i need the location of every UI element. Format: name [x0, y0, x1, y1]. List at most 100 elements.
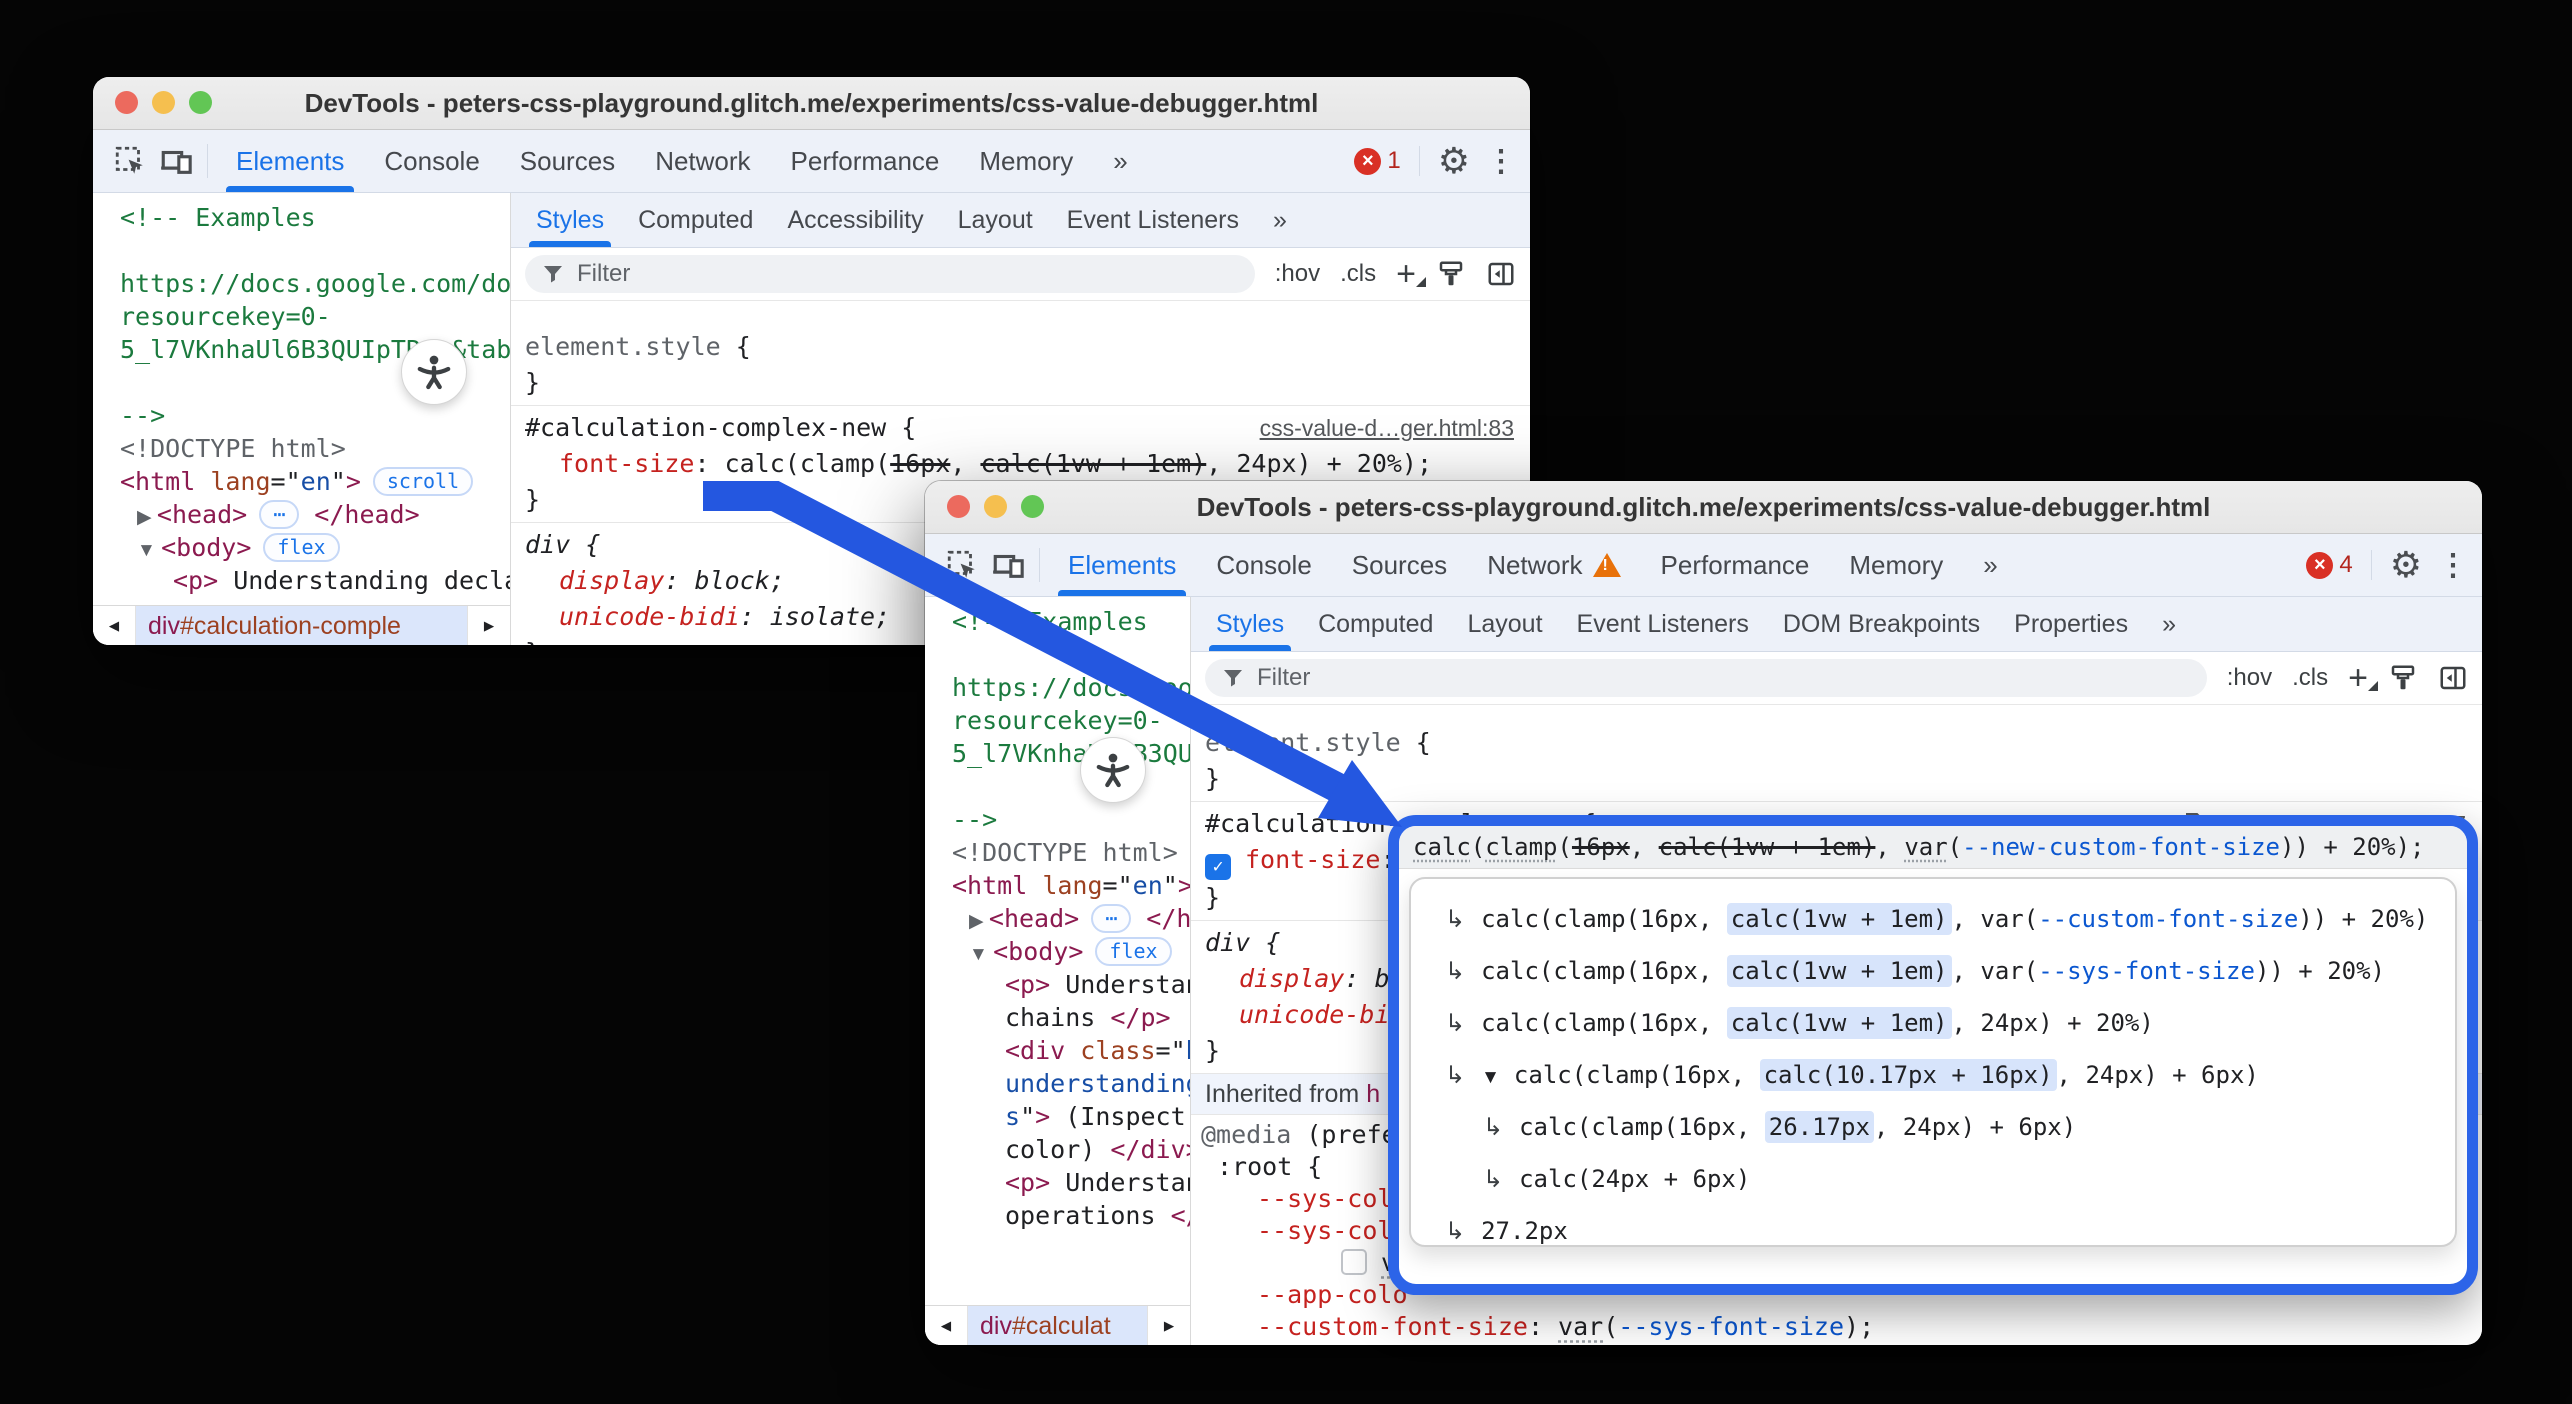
tab-dom-breakpoints[interactable]: DOM Breakpoints	[1766, 597, 1997, 651]
tree-node[interactable]: <!-- Examples	[925, 605, 1190, 638]
style-line[interactable]: font-size: calc(clamp(16px, calc(1vw + 1…	[511, 446, 1530, 482]
node-badge[interactable]: flex	[263, 533, 339, 562]
evaluation-step[interactable]: ↳calc(clamp(16px, calc(1vw + 1em), 24px)…	[1411, 997, 2455, 1049]
evaluation-step[interactable]: ↳calc(24px + 6px)	[1411, 1153, 2455, 1205]
new-style-rule-button[interactable]: +	[2348, 663, 2368, 693]
breadcrumb-prev-button[interactable]: ◀	[93, 606, 136, 645]
breadcrumb-prev-button[interactable]: ◀	[925, 1306, 968, 1345]
accessibility-person-icon[interactable]	[401, 339, 467, 405]
device-toolbar-icon[interactable]	[153, 130, 199, 192]
tree-node[interactable]: -->	[93, 399, 510, 432]
tree-node[interactable]: -->	[925, 803, 1190, 836]
dock-side-icon[interactable]	[1486, 259, 1516, 289]
tree-node[interactable]: <html lang="en">	[925, 869, 1190, 902]
evaluation-step[interactable]: ↳calc(clamp(16px, calc(1vw + 1em), var(-…	[1411, 893, 2455, 945]
tree-node[interactable]: ▼ <body>flex	[925, 935, 1190, 968]
settings-gear-icon[interactable]: ⚙	[1438, 140, 1470, 182]
expand-triangle-icon[interactable]: ▼	[1481, 1067, 1500, 1088]
accessibility-person-icon[interactable]	[1080, 737, 1146, 803]
breadcrumb-next-button[interactable]: ▶	[1147, 1306, 1190, 1345]
breadcrumb-selected-node[interactable]: div#calculat	[968, 1306, 1147, 1345]
style-line[interactable]: element.style {	[1191, 725, 2482, 761]
rendering-paint-icon[interactable]	[2388, 663, 2418, 693]
tab-styles[interactable]: Styles	[1199, 597, 1301, 651]
style-line[interactable]: }	[511, 365, 1530, 401]
device-toolbar-icon[interactable]	[985, 534, 1031, 596]
tree-node[interactable]: ▶ <head>⋯ </hea	[925, 902, 1190, 935]
tree-node[interactable]: chains </p>	[925, 1001, 1190, 1034]
toggle-classes-button[interactable]: .cls	[1340, 260, 1376, 288]
filter-input[interactable]: Filter	[525, 255, 1255, 293]
tab-computed[interactable]: Computed	[1301, 597, 1450, 651]
evaluation-step[interactable]: ↳calc(clamp(16px, calc(1vw + 1em), var(-…	[1411, 945, 2455, 997]
minimize-window-button[interactable]	[152, 91, 175, 114]
declaration-checkbox[interactable]: ✓	[1205, 854, 1231, 880]
tab--[interactable]: »	[1256, 193, 1304, 247]
evaluation-step[interactable]: ↳calc(clamp(16px, 26.17px, 24px) + 6px)	[1411, 1101, 2455, 1153]
tab-accessibility[interactable]: Accessibility	[770, 193, 940, 247]
tab-memory[interactable]: Memory	[959, 130, 1093, 192]
tree-node[interactable]: <html lang="en">scroll	[93, 465, 510, 498]
tree-node[interactable]: <p> Understan	[925, 968, 1190, 1001]
tree-node[interactable]: https://docs.goog	[925, 671, 1190, 704]
dock-side-icon[interactable]	[2438, 663, 2468, 693]
new-style-rule-button[interactable]: +	[1396, 259, 1416, 289]
tab-styles[interactable]: Styles	[519, 193, 621, 247]
tree-node[interactable]: 5_l7VKnhaUl6B3QU	[925, 737, 1190, 770]
tab-properties[interactable]: Properties	[1997, 597, 2145, 651]
tree-node[interactable]: resourcekey=0-	[93, 300, 510, 333]
inspect-element-icon[interactable]	[107, 130, 153, 192]
more-options-kebab-icon[interactable]: ⋮	[1486, 144, 1516, 179]
tree-node[interactable]	[925, 770, 1190, 803]
error-count-badge[interactable]: × 1	[1354, 147, 1400, 175]
more-options-kebab-icon[interactable]: ⋮	[2438, 548, 2468, 583]
evaluation-step[interactable]: ↳27.2px	[1411, 1205, 2455, 1247]
elements-tree-panel[interactable]: <!-- Exampleshttps://docs.googresourceke…	[925, 597, 1191, 1345]
close-window-button[interactable]	[947, 495, 970, 518]
declaration-value[interactable]: calc(clamp(16px, calc(1vw + 1em), var(--…	[1399, 826, 2467, 869]
elements-tree-panel[interactable]: <!-- Exampleshttps://docs.google.com/doc…	[93, 193, 511, 645]
node-badge[interactable]: ⋯	[259, 500, 299, 529]
tab-performance[interactable]: Performance	[1641, 534, 1830, 596]
tab-sources[interactable]: Sources	[500, 130, 635, 192]
tab-console[interactable]: Console	[1196, 534, 1331, 596]
tree-node[interactable]: ▶ <head>⋯ </head>	[93, 498, 510, 531]
node-badge[interactable]: ⋯	[1091, 904, 1131, 933]
tree-node[interactable]: operations </	[925, 1199, 1190, 1232]
breadcrumb-next-button[interactable]: ▶	[467, 606, 510, 645]
tab-memory[interactable]: Memory	[1829, 534, 1963, 596]
style-line[interactable]: #calculation-complex-new {css-value-d…ge…	[511, 410, 1530, 446]
close-window-button[interactable]	[115, 91, 138, 114]
window-titlebar[interactable]: DevTools - peters-css-playground.glitch.…	[925, 481, 2482, 534]
tree-node[interactable]: ▼ <body>flex	[93, 531, 510, 564]
style-line[interactable]: --custom-font-size: var(--sys-font-size)…	[1191, 1311, 2482, 1343]
tab--[interactable]: »	[2145, 597, 2193, 651]
evaluation-step[interactable]: ↳▼calc(clamp(16px, calc(10.17px + 16px),…	[1411, 1049, 2455, 1101]
tab-network[interactable]: Network	[1467, 534, 1640, 596]
toggle-classes-button[interactable]: .cls	[2292, 664, 2328, 692]
tree-node[interactable]: color) </div>	[925, 1133, 1190, 1166]
settings-gear-icon[interactable]: ⚙	[2390, 544, 2422, 586]
tab-console[interactable]: Console	[364, 130, 499, 192]
tab-performance[interactable]: Performance	[771, 130, 960, 192]
tree-node[interactable]: <!DOCTYPE html>	[93, 432, 510, 465]
zoom-window-button[interactable]	[189, 91, 212, 114]
tab-elements[interactable]: Elements	[216, 130, 364, 192]
toggle-hover-state-button[interactable]: :hov	[2227, 664, 2272, 692]
tab--[interactable]: »	[1093, 130, 1147, 192]
zoom-window-button[interactable]	[1021, 495, 1044, 518]
filter-input[interactable]: Filter	[1205, 659, 2207, 697]
declaration-checkbox[interactable]	[1341, 1249, 1367, 1275]
window-titlebar[interactable]: DevTools - peters-css-playground.glitch.…	[93, 77, 1530, 130]
tab-layout[interactable]: Layout	[941, 193, 1050, 247]
inspect-element-icon[interactable]	[939, 534, 985, 596]
minimize-window-button[interactable]	[984, 495, 1007, 518]
breadcrumb-selected-node[interactable]: div#calculation-comple	[136, 606, 467, 645]
tree-node[interactable]: <div class="b	[925, 1034, 1190, 1067]
tree-node[interactable]: s"> (Inspect	[925, 1100, 1190, 1133]
tab-network[interactable]: Network	[635, 130, 770, 192]
style-line[interactable]: element.style {	[511, 329, 1530, 365]
toggle-hover-state-button[interactable]: :hov	[1275, 260, 1320, 288]
tree-node[interactable]: <p> Understanding decla	[93, 564, 510, 597]
tab-layout[interactable]: Layout	[1450, 597, 1559, 651]
